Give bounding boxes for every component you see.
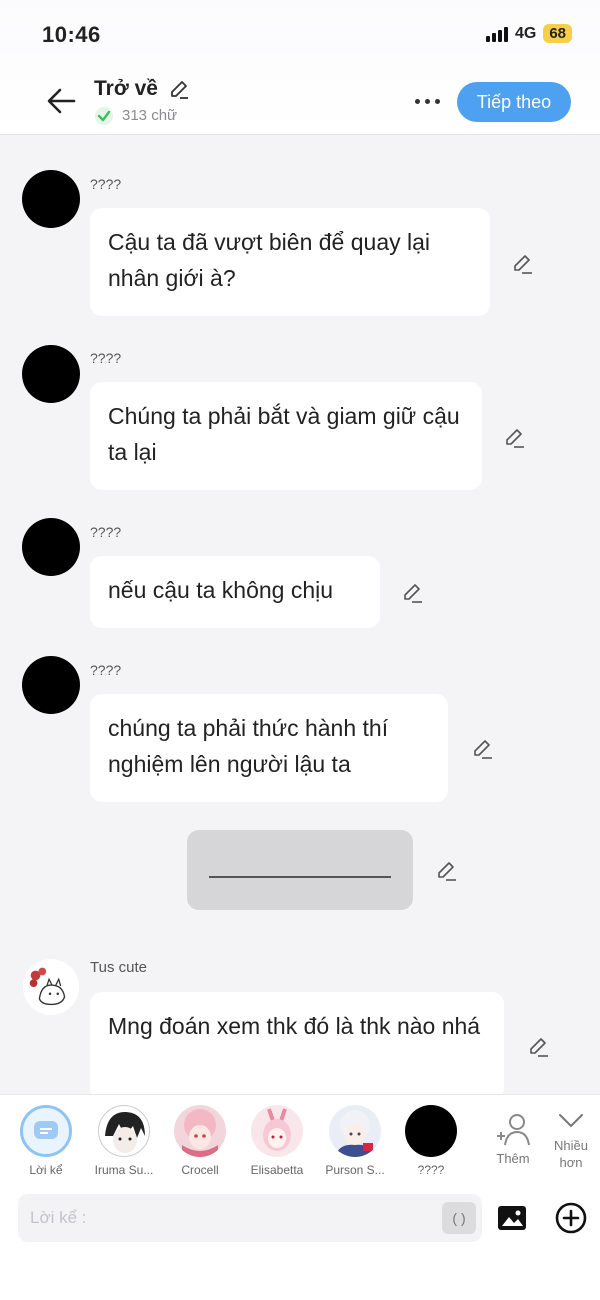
message-input[interactable]: Lời kể : ( ) (18, 1194, 482, 1242)
status-indicators: 4G 68 (485, 24, 572, 43)
message-bubble[interactable]: nếu cậu ta không chịu (90, 556, 380, 628)
page-title[interactable]: Trở về (94, 77, 158, 101)
message-bubble[interactable]: Mng đoán xem thk đó là thk nào nhá (90, 992, 504, 1100)
iruma-avatar (98, 1105, 150, 1157)
avatar[interactable] (22, 518, 80, 576)
character-label: Purson S... (325, 1163, 385, 1177)
character-label: Lời kể (29, 1163, 63, 1177)
add-person-icon (497, 1114, 530, 1146)
image-icon[interactable] (496, 1202, 528, 1234)
blank-line (209, 876, 391, 878)
status-time: 10:46 (42, 22, 101, 47)
sender-name: ???? (90, 662, 122, 678)
character-narration[interactable]: Lời kể (14, 1105, 78, 1177)
sender-name: ???? (90, 350, 122, 366)
unknown-avatar (405, 1105, 457, 1157)
character-label: Elisabetta (250, 1163, 304, 1177)
character-crocell[interactable]: Crocell (168, 1105, 232, 1177)
battery-badge: 68 (543, 24, 572, 43)
more-label: Nhiều hơn (554, 1138, 588, 1170)
more-characters-button[interactable]: Nhiều hơn (546, 1110, 596, 1171)
pencil-icon[interactable] (168, 78, 190, 100)
character-unknown[interactable]: ???? (400, 1105, 462, 1177)
edit-icon[interactable] (470, 737, 494, 761)
character-label: Iruma Su... (94, 1163, 154, 1177)
parenthesis-button[interactable]: ( ) (442, 1202, 476, 1234)
add-circle-icon[interactable] (554, 1201, 588, 1235)
add-label: Thêm (496, 1151, 530, 1166)
character-iruma[interactable]: Iruma Su... (90, 1105, 158, 1177)
check-icon (95, 107, 113, 125)
edit-icon[interactable] (434, 859, 458, 883)
avatar[interactable] (22, 656, 80, 714)
sender-name: Tus cute (90, 959, 147, 976)
narration-icon (20, 1105, 72, 1157)
edit-icon[interactable] (400, 581, 424, 605)
avatar[interactable] (22, 170, 80, 228)
cat-avatar[interactable] (22, 958, 80, 1016)
message-bubble[interactable]: chúng ta phải thức hành thí nghiệm lên n… (90, 694, 448, 802)
message-bubble[interactable]: Chúng ta phải bắt và giam giữ cậu ta lại (90, 382, 482, 490)
top-header: 10:46 4G 68 Trở về 313 chữ Tiếp theo (0, 0, 600, 135)
edit-icon[interactable] (502, 426, 526, 450)
next-button[interactable]: Tiếp theo (457, 82, 571, 122)
edit-icon[interactable] (526, 1035, 550, 1059)
character-label: Crocell (181, 1163, 219, 1177)
message-bubble[interactable]: Cậu ta đã vượt biên để quay lại nhân giớ… (90, 208, 490, 316)
avatar[interactable] (22, 345, 80, 403)
signal-icon (485, 26, 508, 42)
edit-icon[interactable] (510, 252, 534, 276)
narration-placeholder-bubble[interactable] (187, 830, 413, 910)
word-count: 313 chữ (122, 107, 178, 124)
network-type: 4G (514, 24, 537, 42)
sender-name: ???? (90, 524, 122, 540)
back-arrow-icon[interactable] (44, 84, 78, 118)
character-elisabetta[interactable]: Elisabetta (244, 1105, 310, 1177)
crocell-avatar (174, 1105, 226, 1157)
character-purson[interactable]: Purson S... (321, 1105, 389, 1177)
chevron-down-icon (559, 1114, 583, 1128)
character-label: ???? (417, 1163, 445, 1177)
more-options-button[interactable] (410, 90, 444, 112)
sender-name: ???? (90, 176, 122, 192)
add-character-button[interactable]: Thêm (490, 1112, 536, 1166)
elisabetta-avatar (251, 1105, 303, 1157)
purson-avatar (329, 1105, 381, 1157)
input-placeholder: Lời kể : (30, 1208, 87, 1227)
